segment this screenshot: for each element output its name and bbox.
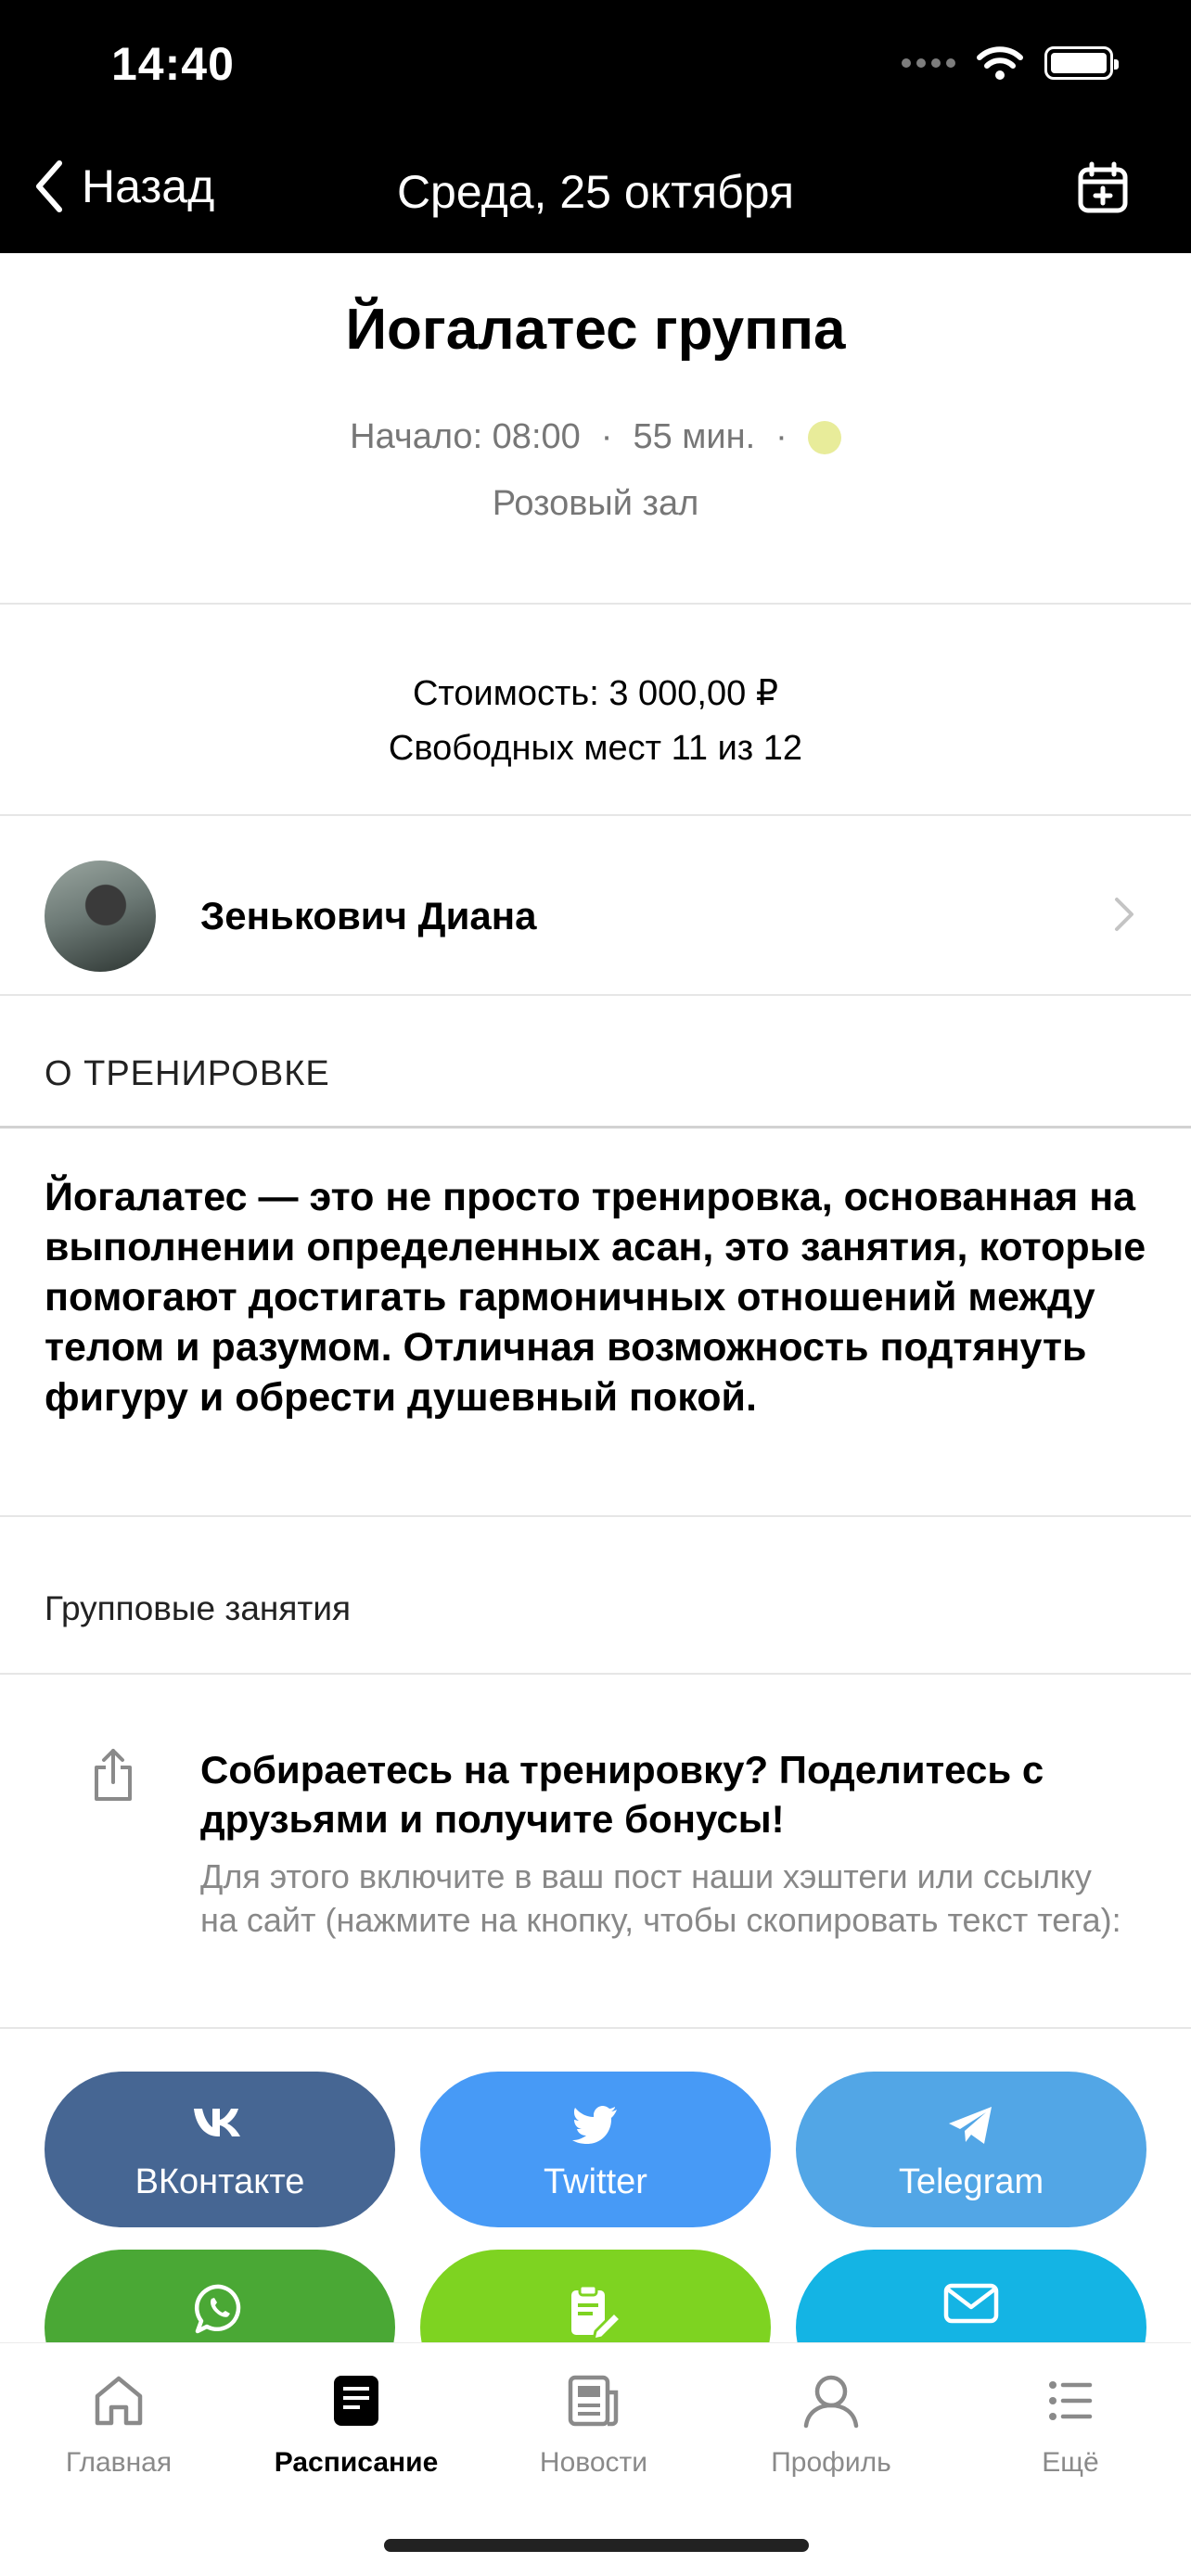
trainer-name: Зенькович Диана bbox=[200, 894, 537, 937]
share-telegram-label: Telegram bbox=[898, 2162, 1044, 2201]
news-icon bbox=[568, 2375, 619, 2427]
home-indicator bbox=[384, 2539, 809, 2552]
share-vk-label: ВКонтакте bbox=[134, 2162, 305, 2201]
calendar-add-icon bbox=[1078, 161, 1128, 213]
share-twitter-button[interactable]: Twitter bbox=[420, 2072, 771, 2227]
divider bbox=[0, 994, 1191, 996]
share-telegram-button[interactable]: Telegram bbox=[796, 2072, 1146, 2227]
divider bbox=[0, 2027, 1191, 2029]
section-header-about: О ТРЕНИРОВКЕ bbox=[45, 1054, 330, 1093]
class-category: Групповые занятия bbox=[45, 1589, 352, 1627]
tab-schedule[interactable]: Расписание bbox=[237, 2367, 475, 2479]
tab-profile-label: Профиль bbox=[771, 2447, 891, 2478]
divider bbox=[0, 1126, 1191, 1129]
top-bar: 14:40 Назад Среда, 25 октября bbox=[0, 0, 1191, 253]
clipboard-edit-icon bbox=[571, 2284, 622, 2341]
wifi-icon bbox=[977, 46, 1023, 80]
free-seats: Свободных мест 11 из 12 bbox=[388, 729, 803, 768]
hall-name: Розовый зал bbox=[492, 484, 699, 523]
share-title: Собираетесь на тренировку? Поделитесь с … bbox=[200, 1748, 1044, 1841]
class-description: Йогалатес — это не просто тренировка, ос… bbox=[45, 1175, 1146, 1420]
nav-title: Среда, 25 октября bbox=[396, 166, 795, 218]
tab-more[interactable]: Ещё bbox=[950, 2367, 1191, 2479]
share-description: Для этого включите в ваш пост наши хэште… bbox=[200, 1857, 1121, 1939]
separator: · bbox=[600, 417, 613, 456]
share-twitter-label: Twitter bbox=[544, 2162, 647, 2201]
add-to-calendar-button[interactable] bbox=[1076, 161, 1130, 220]
tab-news[interactable]: Новости bbox=[475, 2367, 712, 2479]
tab-home[interactable]: Главная bbox=[0, 2367, 237, 2479]
mail-icon bbox=[943, 2283, 999, 2324]
tab-news-label: Новости bbox=[539, 2447, 648, 2478]
price: Стоимость: 3 000,00 ₽ bbox=[412, 674, 778, 713]
share-vk-button[interactable]: ВКонтакте bbox=[45, 2072, 395, 2227]
schedule-icon bbox=[334, 2376, 378, 2426]
whatsapp-icon bbox=[194, 2284, 241, 2334]
trainer-avatar bbox=[45, 861, 156, 972]
home-icon bbox=[95, 2376, 143, 2426]
divider bbox=[0, 603, 1191, 605]
separator: · bbox=[775, 417, 788, 456]
chevron-right-icon bbox=[1115, 898, 1133, 931]
share-icon bbox=[95, 1749, 132, 1801]
start-time: Начало: 08:00 bbox=[350, 417, 581, 456]
trainer-row[interactable]: Зенькович Диана bbox=[0, 816, 1191, 994]
tab-home-label: Главная bbox=[65, 2447, 173, 2478]
tab-schedule-label: Расписание bbox=[274, 2447, 439, 2478]
profile-icon bbox=[803, 2375, 859, 2429]
cellular-signal-icon bbox=[902, 58, 955, 68]
status-time: 14:40 bbox=[111, 38, 235, 90]
tab-profile[interactable]: Профиль bbox=[712, 2367, 950, 2479]
tab-more-label: Ещё bbox=[1042, 2447, 1099, 2478]
twitter-icon bbox=[572, 2106, 617, 2144]
more-list-icon bbox=[1049, 2381, 1093, 2420]
divider bbox=[0, 1515, 1191, 1517]
class-title: Йогалатес группа bbox=[345, 298, 846, 362]
duration: 55 мин. bbox=[633, 417, 756, 456]
telegram-icon bbox=[949, 2107, 992, 2144]
class-meta: Начало: 08:00 · 55 мин. · bbox=[0, 417, 1191, 457]
status-dot bbox=[807, 420, 841, 454]
vk-icon bbox=[194, 2109, 240, 2136]
status-icons bbox=[902, 45, 1119, 82]
battery-icon bbox=[1044, 46, 1119, 80]
divider bbox=[0, 1673, 1191, 1675]
